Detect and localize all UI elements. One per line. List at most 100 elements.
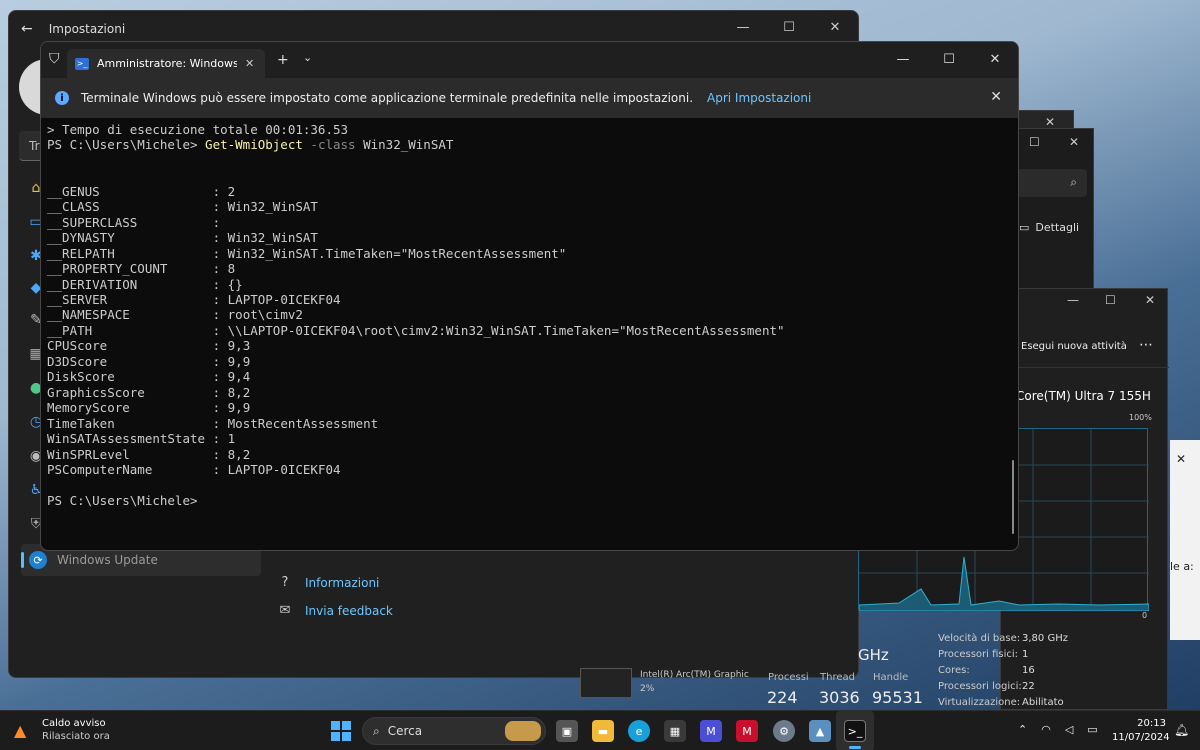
- tab-close-icon[interactable]: ✕: [245, 57, 254, 70]
- maximize-icon[interactable]: ☐: [926, 42, 972, 76]
- open-settings-link[interactable]: Apri Impostazioni: [707, 91, 811, 105]
- property-value: 1: [227, 431, 236, 447]
- maximize-icon[interactable]: ☐: [1029, 135, 1040, 149]
- property-row: __SERVER : LAPTOP-0ICEKF04: [47, 291, 341, 307]
- graph-max-label: 100%: [1129, 413, 1152, 422]
- task-view-icon[interactable]: ▣: [556, 720, 578, 742]
- wifi-icon[interactable]: ◠: [1041, 723, 1051, 736]
- sidebar-item-label: Windows Update: [57, 553, 158, 567]
- property-value: 9,9: [227, 353, 251, 369]
- property-row: __DYNASTY : Win32_WinSAT: [47, 230, 318, 246]
- property-value: root\cimv2: [227, 307, 303, 323]
- property-value: \\LAPTOP-0ICEKF04\root\cimv2:Win32_WinSA…: [227, 322, 785, 338]
- property-value: 8,2: [227, 384, 251, 400]
- chevron-up-icon[interactable]: ⌃: [1018, 723, 1027, 736]
- photos-icon[interactable]: ▲: [809, 720, 831, 742]
- property-row: PSComputerName : LAPTOP-0ICEKF04: [47, 461, 341, 477]
- property-row: MemoryScore : 9,9: [47, 400, 251, 416]
- property-value: Win32_WinSAT.TimeTaken="MostRecentAssess…: [227, 245, 567, 261]
- search-icon: ⌕: [1070, 175, 1077, 189]
- divider: [1001, 367, 1169, 368]
- stat-label: Thread: [820, 672, 855, 683]
- console-output[interactable]: > Tempo di esecuzione totale 00:01:36.53…: [47, 122, 785, 508]
- close-icon[interactable]: ✕: [812, 11, 858, 43]
- cpu-name: Core(TM) Ultra 7 155H: [1016, 389, 1151, 403]
- volume-icon[interactable]: ◁: [1065, 723, 1073, 736]
- property-row: __PATH : \\LAPTOP-0ICEKF04\root\cimv2:Wi…: [47, 322, 785, 338]
- file-explorer-icon[interactable]: ▬: [592, 720, 614, 742]
- battery-icon[interactable]: ▭: [1087, 723, 1097, 736]
- store-icon[interactable]: ▦: [664, 720, 686, 742]
- settings-icon[interactable]: ⚙: [773, 720, 795, 742]
- property-row: __RELPATH : Win32_WinSAT.TimeTaken="Most…: [47, 245, 567, 261]
- property-name: MemoryScore: [47, 400, 213, 416]
- terminal-taskbar-button[interactable]: >_: [836, 711, 874, 750]
- property-name: GraphicsScore: [47, 384, 213, 400]
- graph-min-label: 0: [1142, 611, 1148, 620]
- gpu-mini-graph[interactable]: [580, 668, 632, 698]
- chevron-down-icon[interactable]: ⌄: [303, 51, 312, 64]
- property-row: CPUScore : 9,3: [47, 338, 251, 354]
- close-icon[interactable]: ✕: [1045, 115, 1055, 129]
- minimize-icon[interactable]: —: [1067, 293, 1079, 307]
- clock[interactable]: 20:13 11/07/2024: [1112, 717, 1170, 745]
- stat-value: 95531: [872, 688, 923, 707]
- property-name: __PATH: [47, 322, 213, 338]
- details-button[interactable]: ▭ Dettagli: [1019, 221, 1079, 234]
- edge-icon[interactable]: e: [628, 720, 650, 742]
- spec-row: Velocità di base: 3,80 GHz: [938, 632, 1068, 644]
- start-button[interactable]: [331, 721, 351, 741]
- maximize-icon[interactable]: ☐: [766, 11, 812, 43]
- close-icon[interactable]: ✕: [990, 89, 1002, 105]
- property-value: {}: [227, 276, 243, 292]
- feedback-link[interactable]: ✉ Invia feedback: [277, 603, 393, 618]
- weather-widget[interactable]: ▲ Caldo avviso Rilasciato ora: [14, 717, 110, 743]
- maximize-icon[interactable]: ☐: [1105, 293, 1116, 307]
- close-icon[interactable]: ✕: [972, 42, 1018, 76]
- property-row: __SUPERCLASS :: [47, 214, 228, 230]
- minimize-icon[interactable]: —: [720, 11, 766, 43]
- tab-powershell[interactable]: >_ Amministratore: Windows PowerShell ✕: [67, 49, 265, 78]
- help-icon: ?: [281, 575, 289, 590]
- property-name: __RELPATH: [47, 245, 213, 261]
- more-options-icon[interactable]: ⋯: [1139, 337, 1153, 353]
- info-link-label: Informazioni: [305, 575, 380, 590]
- app-m-icon[interactable]: M: [700, 720, 722, 742]
- minimize-icon[interactable]: —: [880, 42, 926, 76]
- property-name: __SUPERCLASS: [47, 214, 213, 230]
- property-row: GraphicsScore : 8,2: [47, 384, 251, 400]
- powershell-icon: >_: [75, 57, 89, 70]
- property-row: WinSATAssessmentState : 1: [47, 431, 236, 447]
- property-name: DiskScore: [47, 369, 213, 385]
- feedback-icon: ✉: [279, 603, 291, 618]
- console-command: Get-WmiObject: [205, 137, 303, 153]
- spec-row: Processori logici: 22: [938, 680, 1035, 692]
- taskbar: ▲ Caldo avviso Rilasciato ora ⌕ Cerca ▣ …: [0, 710, 1200, 750]
- mcafee-icon[interactable]: M: [736, 720, 758, 742]
- system-tray: ⌃ ◠ ◁ ▭: [1018, 723, 1098, 736]
- details-pane-icon: ▭: [1019, 221, 1030, 234]
- run-new-task-button[interactable]: Esegui nuova attività: [1021, 341, 1127, 352]
- explorer-search-input[interactable]: ⌕: [1017, 169, 1087, 197]
- taskbar-search-input[interactable]: ⌕ Cerca: [362, 717, 546, 745]
- console-prompt: PS C:\Users\Michele>: [47, 137, 206, 153]
- property-row: TimeTaken : MostRecentAssessment: [47, 415, 379, 431]
- admin-shield-icon: ⛉: [49, 51, 60, 67]
- desktop-window-fragment: ✕ le a:: [1170, 440, 1200, 640]
- property-name: PSComputerName: [47, 461, 213, 477]
- back-arrow-icon[interactable]: ←: [21, 21, 33, 37]
- notification-bell-icon[interactable]: 🔔︎: [1174, 723, 1189, 737]
- property-name: __GENUS: [47, 183, 213, 199]
- close-icon[interactable]: ✕: [1145, 293, 1155, 307]
- close-icon[interactable]: ✕: [1069, 135, 1079, 149]
- info-link[interactable]: ? Informazioni: [277, 575, 380, 590]
- new-tab-icon[interactable]: +: [277, 52, 289, 68]
- spec-row: Processori fisici: 1: [938, 648, 1029, 660]
- close-icon[interactable]: ✕: [1176, 452, 1186, 466]
- weather-subtitle: Rilasciato ora: [42, 731, 110, 742]
- property-value: LAPTOP-0ICEKF04: [227, 291, 341, 307]
- scrollbar[interactable]: [1012, 460, 1014, 534]
- settings-title: Impostazioni: [48, 22, 126, 36]
- cpu-specs: Velocità di base: 3,80 GHz Processori fis…: [938, 630, 1068, 710]
- property-value: 9,9: [227, 400, 251, 416]
